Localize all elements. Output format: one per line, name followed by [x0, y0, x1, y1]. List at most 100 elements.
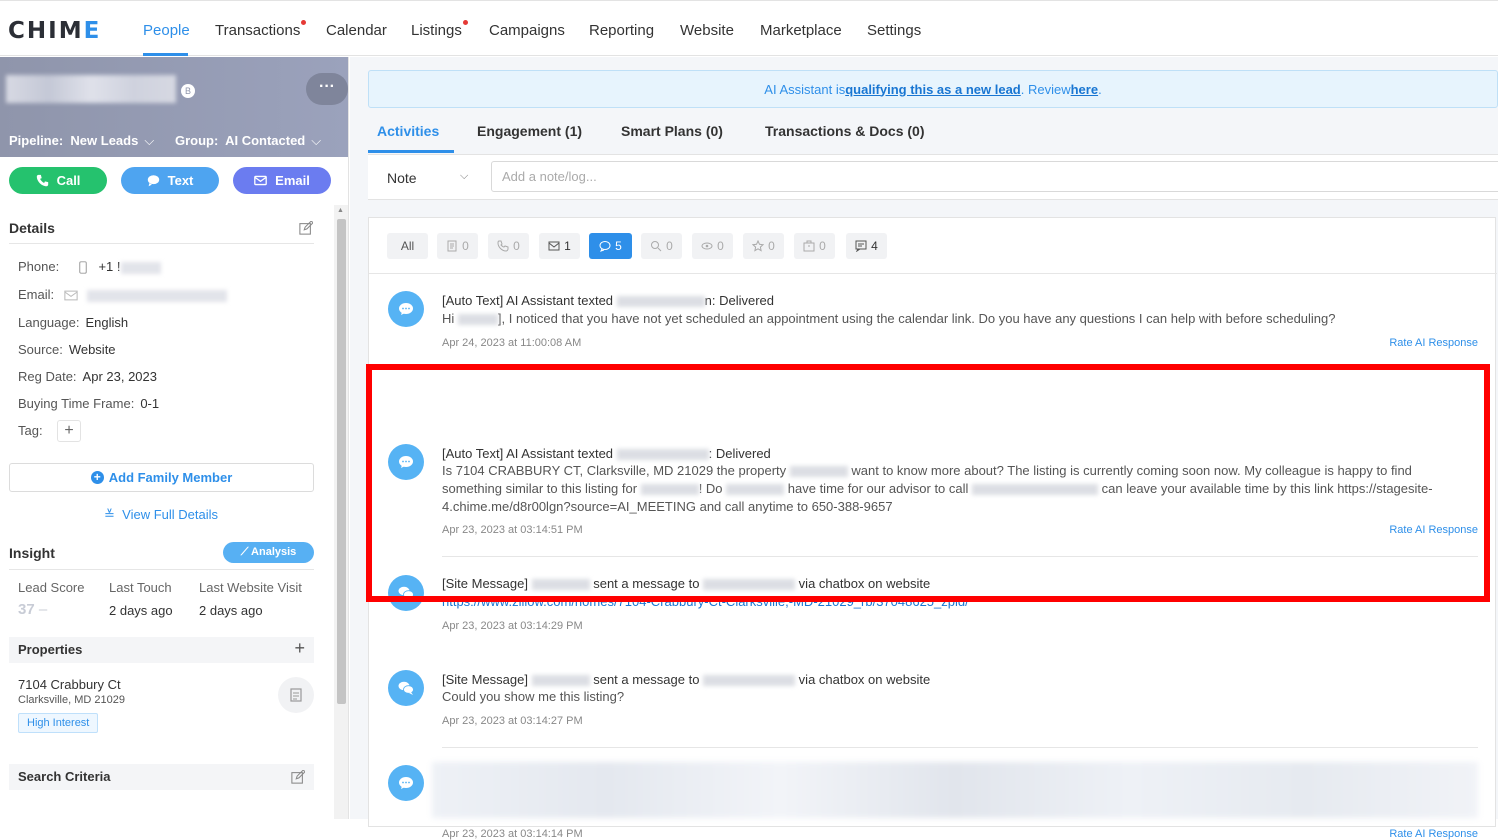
- tab-smart-plans[interactable]: Smart Plans (0): [621, 123, 723, 139]
- chime-logo[interactable]: CHIME: [8, 18, 101, 44]
- phone-row: Phone: +1 !: [18, 259, 161, 274]
- last-touch-label: Last Touch: [109, 580, 172, 595]
- filter-all[interactable]: All: [387, 233, 428, 259]
- properties-header: Properties +: [9, 637, 314, 663]
- rate-ai-response-link[interactable]: Rate AI Response: [1389, 828, 1478, 840]
- chat-bubble-icon: [399, 777, 413, 789]
- property-address[interactable]: 7104 Crabbury Ct: [18, 677, 121, 692]
- nav-active-indicator: [143, 53, 188, 56]
- nav-reporting[interactable]: Reporting: [589, 22, 654, 39]
- edit-icon[interactable]: [299, 221, 313, 235]
- document-icon: [290, 688, 302, 702]
- ai-assistant-banner: AI Assistant is qualifying this as a new…: [368, 70, 1498, 108]
- document-icon: [447, 240, 457, 252]
- redacted-text: [120, 261, 161, 274]
- scroll-up-arrow-icon[interactable]: ▲: [337, 207, 344, 214]
- scrollbar-thumb[interactable]: [337, 219, 346, 704]
- view-full-details-link[interactable]: ≚ View Full Details: [104, 507, 218, 523]
- site-message-avatar: [388, 670, 424, 706]
- briefcase-icon: [803, 240, 815, 252]
- mail-icon: [548, 241, 560, 251]
- review-here-link[interactable]: here: [1071, 82, 1098, 97]
- activity-date: Apr 23, 2023 at 03:14:29 PM: [442, 620, 583, 632]
- source-row: Source: Website: [18, 342, 116, 357]
- filter-messages[interactable]: 4: [846, 233, 887, 259]
- lead-name-redacted: [6, 75, 176, 103]
- buying-time-frame-row: Buying Time Frame: 0-1: [18, 396, 160, 411]
- tab-active-indicator: [368, 150, 454, 153]
- tab-activities[interactable]: Activities: [377, 123, 439, 139]
- tag-label: Tag:: [18, 423, 43, 438]
- activity-tabs: Activities Engagement (1) Smart Plans (0…: [368, 112, 1498, 154]
- filter-calls[interactable]: 0: [488, 233, 529, 259]
- activity-date: Apr 23, 2023 at 03:14:27 PM: [442, 715, 583, 727]
- reg-date-row: Reg Date: Apr 23, 2023: [18, 369, 157, 384]
- qualifying-link[interactable]: qualifying this as a new lead: [845, 82, 1021, 97]
- tab-engagement[interactable]: Engagement (1): [477, 123, 582, 139]
- pipeline-selector[interactable]: Pipeline: New Leads ⌵: [9, 133, 154, 149]
- eye-icon: [701, 242, 713, 250]
- email-button[interactable]: Email: [233, 167, 331, 194]
- chevron-down-icon: ⌵: [311, 133, 322, 148]
- divider: [369, 273, 1497, 274]
- divider: [9, 243, 314, 244]
- filter-views[interactable]: 0: [692, 233, 733, 259]
- rate-ai-response-link[interactable]: Rate AI Response: [1389, 337, 1478, 349]
- divider: [9, 569, 314, 570]
- activity-body: Could you show me this listing?: [442, 689, 625, 704]
- top-navigation: CHIME People Transactions Calendar Listi…: [0, 0, 1498, 56]
- chat-bubble-icon: [399, 303, 413, 315]
- analysis-button[interactable]: ⟋ Analysis: [223, 542, 314, 563]
- activity-title: [Auto Text] AI Assistant texted n: Deliv…: [442, 293, 775, 308]
- divider: [442, 747, 1478, 748]
- search-icon: [651, 241, 662, 252]
- redacted-message: [432, 762, 1478, 818]
- chat-avatar: [388, 765, 424, 801]
- chat-avatar: [388, 291, 424, 327]
- add-family-member-button[interactable]: + Add Family Member: [9, 463, 314, 492]
- chevron-down-icon[interactable]: ⌵: [460, 170, 468, 183]
- filter-transactions[interactable]: 0: [794, 233, 835, 259]
- text-button[interactable]: Text: [121, 167, 219, 194]
- add-property-button[interactable]: +: [294, 638, 305, 659]
- tab-transactions-docs[interactable]: Transactions & Docs (0): [765, 123, 925, 139]
- plus-circle-icon: +: [90, 471, 104, 484]
- property-document-button[interactable]: [278, 677, 314, 713]
- nav-website[interactable]: Website: [680, 22, 734, 39]
- last-touch-value: 2 days ago: [109, 603, 173, 618]
- property-city: Clarksville, MD 21029: [18, 694, 125, 706]
- group-selector[interactable]: Group: AI Contacted ⌵: [175, 133, 321, 149]
- nav-people[interactable]: People: [143, 22, 190, 39]
- nav-settings[interactable]: Settings: [867, 22, 921, 39]
- notification-dot: [462, 20, 468, 25]
- envelope-icon: [64, 290, 78, 301]
- envelope-icon: [254, 175, 267, 186]
- nav-calendar[interactable]: Calendar: [326, 22, 387, 39]
- chat-bubbles-icon: [398, 681, 414, 695]
- filter-texts[interactable]: 5: [589, 233, 632, 259]
- phone-value[interactable]: +1 !: [98, 259, 120, 274]
- lead-header: B ··· Pipeline: New Leads ⌵ Group: AI Con…: [0, 57, 348, 157]
- nav-campaigns[interactable]: Campaigns: [489, 22, 565, 39]
- email-value-redacted[interactable]: [87, 289, 228, 302]
- more-options-button[interactable]: ···: [306, 73, 348, 105]
- search-criteria-header: Search Criteria: [9, 764, 314, 790]
- call-button[interactable]: Call: [9, 167, 107, 194]
- nav-marketplace[interactable]: Marketplace: [760, 22, 842, 39]
- chevron-down-icon: ⌵: [144, 133, 155, 148]
- filter-emails[interactable]: 1: [539, 233, 580, 259]
- add-tag-button[interactable]: +: [57, 420, 81, 442]
- filter-favorites[interactable]: 0: [743, 233, 784, 259]
- note-icon: [855, 240, 867, 252]
- nav-transactions[interactable]: Transactions: [215, 20, 307, 39]
- edit-icon[interactable]: [291, 770, 305, 784]
- lead-grade-badge: B: [181, 84, 195, 98]
- note-input[interactable]: [491, 161, 1498, 192]
- note-type-select[interactable]: Note: [387, 170, 417, 186]
- chat-bubble-icon: [147, 175, 159, 187]
- nav-listings[interactable]: Listings: [411, 20, 468, 39]
- language-row: Language: English: [18, 315, 129, 330]
- filter-notes[interactable]: 0: [437, 233, 478, 259]
- trend-icon: ⟋: [240, 546, 249, 558]
- filter-searches[interactable]: 0: [641, 233, 682, 259]
